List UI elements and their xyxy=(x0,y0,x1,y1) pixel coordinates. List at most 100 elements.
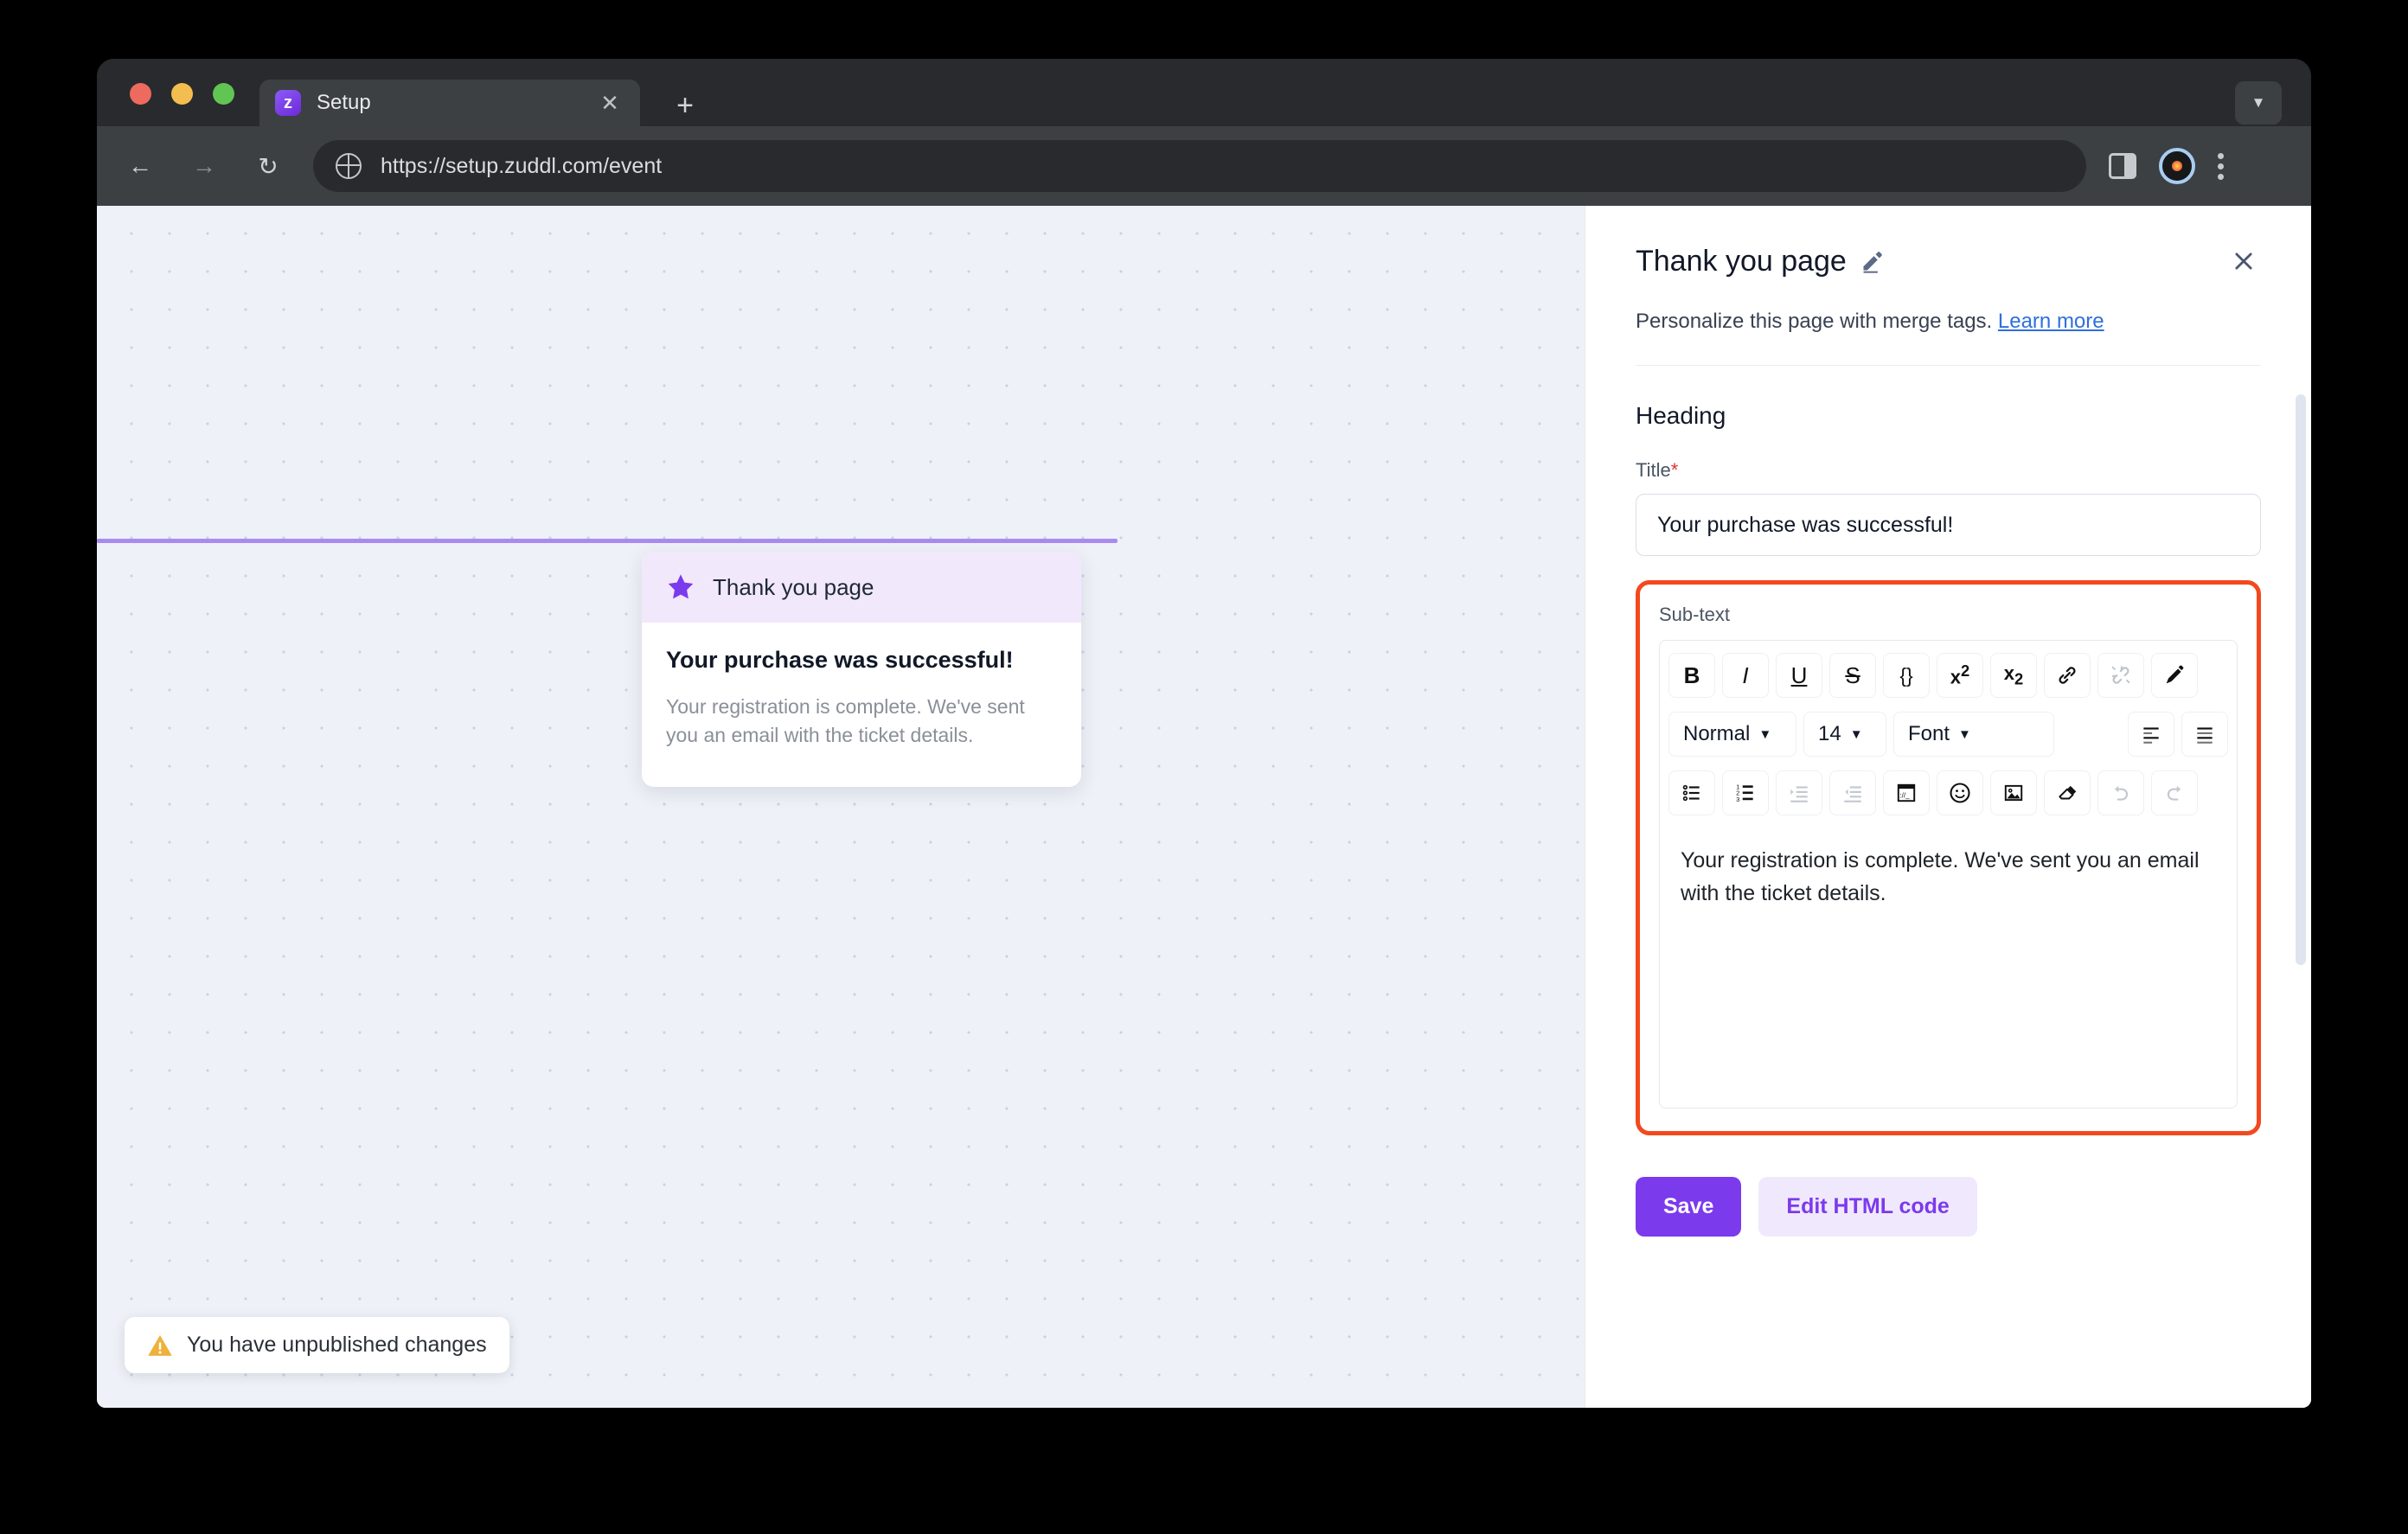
align-justify-icon[interactable] xyxy=(2181,712,2228,757)
pen-glyph xyxy=(2166,665,2184,684)
rich-text-editor: B I U S {} x2 x2 Normal ▼ 14 ▼ Font ▼ 1 … xyxy=(1659,640,2238,1109)
globe-icon xyxy=(336,153,362,179)
profile-avatar[interactable] xyxy=(2159,148,2195,184)
underline-icon[interactable]: U xyxy=(1776,653,1822,698)
browser-tab-setup[interactable]: z Setup ✕ xyxy=(259,80,640,126)
maximize-window-button[interactable] xyxy=(213,83,234,105)
title-label-text: Title xyxy=(1636,459,1671,481)
bold-icon[interactable]: B xyxy=(1668,653,1715,698)
subtext-highlight-block: Sub-text B I U S {} x2 x2 Normal ▼ 14 ▼ … xyxy=(1636,580,2261,1135)
undo-icon[interactable] xyxy=(2097,770,2144,815)
browser-menu-icon[interactable] xyxy=(2218,152,2224,180)
forward-button[interactable]: → xyxy=(183,145,225,187)
superscript-icon[interactable]: x2 xyxy=(1937,653,1983,698)
numbered-list-icon[interactable]: 1 2 3 xyxy=(1722,770,1769,815)
reload-button[interactable]: ↻ xyxy=(247,145,289,187)
browser-toolbar: ← → ↻ https://setup.zuddl.com/event xyxy=(97,126,2311,206)
clear-formatting-eraser-icon[interactable] xyxy=(2044,770,2091,815)
emoji-glyph xyxy=(1950,783,1970,803)
thank-you-page-preview-card[interactable]: Thank you page Your purchase was success… xyxy=(642,552,1081,787)
panel-scrollbar[interactable] xyxy=(2296,394,2306,965)
font-size-value: 14 xyxy=(1818,722,1841,745)
emoji-icon[interactable] xyxy=(1937,770,1983,815)
unlink-glyph xyxy=(2111,666,2130,684)
insert-image-icon[interactable] xyxy=(1990,770,2037,815)
preview-card-header-title: Thank you page xyxy=(713,573,874,600)
indent-increase-icon[interactable] xyxy=(1776,770,1822,815)
tab-close-icon[interactable]: ✕ xyxy=(595,88,624,118)
unpublished-changes-toast: You have unpublished changes xyxy=(125,1317,509,1373)
editor-canvas[interactable]: Thank you page Your purchase was success… xyxy=(97,206,1585,1408)
merge-tags-hint-text: Personalize this page with merge tags. xyxy=(1636,310,1993,333)
unlink-icon[interactable] xyxy=(2097,653,2144,698)
learn-more-link[interactable]: Learn more xyxy=(1998,310,2104,333)
edit-html-code-button[interactable]: Edit HTML code xyxy=(1758,1177,1977,1237)
new-tab-button[interactable]: + xyxy=(668,88,702,123)
address-bar[interactable]: https://setup.zuddl.com/event xyxy=(313,140,2086,192)
close-icon xyxy=(2235,252,2252,270)
redo-icon[interactable] xyxy=(2151,770,2198,815)
subtext-editor-content[interactable]: Your registration is complete. We've sen… xyxy=(1660,822,2237,1108)
avatar-core xyxy=(2172,161,2182,171)
title-input[interactable] xyxy=(1636,494,2261,556)
bulleted-list-glyph xyxy=(1682,784,1700,802)
paragraph-style-select[interactable]: Normal ▼ xyxy=(1668,712,1796,757)
code-block-icon[interactable]: {} xyxy=(1883,653,1930,698)
embed-url-glyph: ://_ xyxy=(1897,783,1916,802)
italic-icon[interactable]: I xyxy=(1722,653,1769,698)
editor-toolbar-row-1: B I U S {} x2 x2 xyxy=(1660,641,2237,705)
insert-image-glyph xyxy=(2004,784,2023,802)
tab-list-chevron-down-icon[interactable]: ▼ xyxy=(2235,81,2282,125)
save-button[interactable]: Save xyxy=(1636,1177,1742,1237)
panel-action-buttons: Save Edit HTML code xyxy=(1636,1177,2261,1237)
toolbar-right-actions xyxy=(2109,148,2224,184)
align-left-glyph xyxy=(2143,727,2159,744)
preview-card-body: Your purchase was successful! Your regis… xyxy=(642,623,1081,787)
close-window-button[interactable] xyxy=(130,83,151,105)
title-field-label: Title* xyxy=(1636,459,2261,482)
svg-text:3: 3 xyxy=(1736,796,1739,803)
back-button[interactable]: ← xyxy=(119,145,161,187)
strikethrough-icon[interactable]: S xyxy=(1829,653,1876,698)
preview-title-text: Your purchase was successful! xyxy=(666,647,1014,673)
browser-tabstrip: z Setup ✕ + ▼ xyxy=(97,59,2311,126)
subscript-icon[interactable]: x2 xyxy=(1990,653,2037,698)
minimize-window-button[interactable] xyxy=(171,83,193,105)
panel-header: Thank you page xyxy=(1636,206,2261,278)
link-glyph xyxy=(2059,667,2076,684)
preview-subtext: Your registration is complete. We've sen… xyxy=(666,695,1025,747)
font-size-select[interactable]: 14 ▼ xyxy=(1803,712,1886,757)
font-family-select[interactable]: Font ▼ xyxy=(1893,712,2054,757)
pencil-icon[interactable] xyxy=(1860,249,1885,273)
eraser-glyph xyxy=(2059,785,2077,800)
svg-text:://_: ://_ xyxy=(1899,791,1910,799)
paragraph-style-value: Normal xyxy=(1683,722,1751,745)
bulleted-list-icon[interactable] xyxy=(1668,770,1715,815)
toast-message: You have unpublished changes xyxy=(187,1333,487,1357)
editor-toolbar-row-3: 1 2 3://_ xyxy=(1660,764,2237,822)
panel-title: Thank you page xyxy=(1636,244,1847,278)
editor-toolbar-row-2: Normal ▼ 14 ▼ Font ▼ xyxy=(1660,705,2237,764)
heading-section-label: Heading xyxy=(1636,402,1726,429)
chevron-down-icon: ▼ xyxy=(1958,726,1971,742)
link-icon[interactable] xyxy=(2044,653,2091,698)
chevron-down-icon: ▼ xyxy=(1758,726,1772,742)
warning-triangle-icon xyxy=(148,1334,172,1356)
align-justify-glyph xyxy=(2197,727,2213,744)
browser-window: z Setup ✕ + ▼ ← → ↻ https://setup.zuddl.… xyxy=(97,59,2311,1408)
indent-decrease-icon[interactable] xyxy=(1829,770,1876,815)
subtext-field-label: Sub-text xyxy=(1659,604,1730,625)
text-color-pen-icon[interactable] xyxy=(2151,653,2198,698)
preview-card-header: Thank you page xyxy=(642,552,1081,623)
embed-url-icon[interactable]: ://_ xyxy=(1883,770,1930,815)
star-icon xyxy=(668,574,694,599)
indent-decrease-glyph xyxy=(1844,786,1861,802)
alignment-guide-line xyxy=(97,539,1118,543)
address-bar-url: https://setup.zuddl.com/event xyxy=(381,153,663,178)
redo-glyph xyxy=(2167,785,2181,801)
font-family-value: Font xyxy=(1908,722,1950,745)
indent-increase-glyph xyxy=(1790,786,1808,802)
side-panel-icon[interactable] xyxy=(2109,153,2136,179)
align-left-icon[interactable] xyxy=(2128,712,2174,757)
close-panel-button[interactable] xyxy=(2226,244,2261,278)
